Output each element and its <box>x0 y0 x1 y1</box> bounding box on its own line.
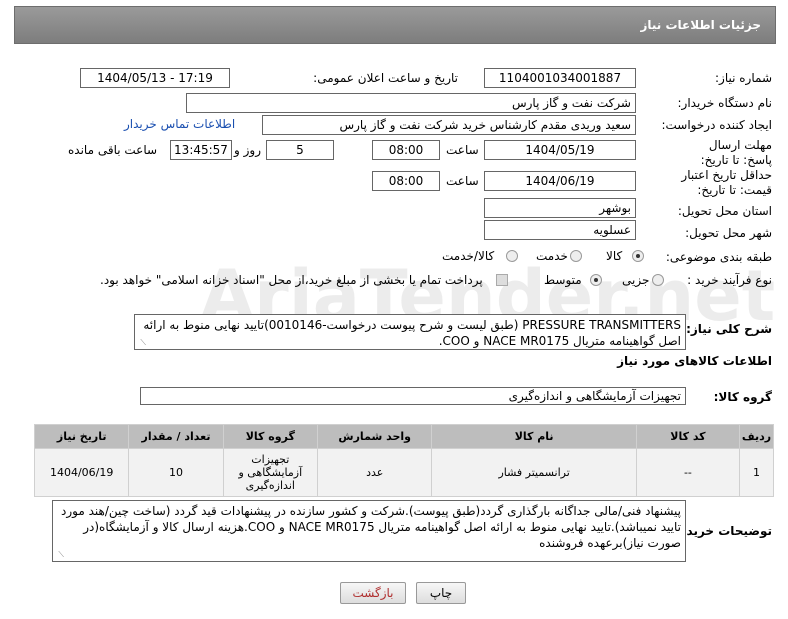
resize-grip-icon[interactable]: ⟋ <box>138 339 146 347</box>
cell-row: 1 <box>739 448 774 497</box>
announce-date-label: تاریخ و ساعت اعلان عمومی: <box>313 71 458 85</box>
city-label: شهر محل تحویل: <box>685 226 772 240</box>
buyer-notes-textarea[interactable]: پیشنهاد فنی/مالی جداگانه بارگذاری گردد(ط… <box>52 500 686 562</box>
page-header: جزئیات اطلاعات نیاز <box>14 6 776 44</box>
cell-date: 1404/06/19 <box>33 448 130 497</box>
category-option-goods: کالا <box>606 249 623 263</box>
city-field[interactable]: عسلویه <box>484 220 636 240</box>
need-number-label: شماره نیاز: <box>715 71 772 85</box>
announce-date-field[interactable]: 1404/05/13 - 17:19 <box>80 68 230 88</box>
need-number-field[interactable]: 1104001034001887 <box>484 68 636 88</box>
resize-grip-icon[interactable]: ⟋ <box>56 551 64 559</box>
col-header-row: ردیف <box>739 424 774 449</box>
category-radio-goods[interactable] <box>632 250 644 262</box>
days-label: روز و <box>234 143 261 157</box>
contact-info-link[interactable]: اطلاعات تماس خریدار <box>124 117 235 131</box>
cell-qty: 10 <box>128 448 224 497</box>
goods-table-header: ردیف کد کالا نام کالا واحد شمارش گروه کا… <box>33 424 774 449</box>
category-label: طبقه بندی موضوعی: <box>665 250 772 264</box>
cell-group: تجهیزات آزمایشگاهی و اندازه‌گیری <box>222 448 318 497</box>
remaining-time-label: ساعت باقی مانده <box>68 143 158 157</box>
validity-label: حداقل تاریخ اعتبار قیمت: تا تاریخ: <box>681 168 772 197</box>
process-radio-medium[interactable] <box>590 274 602 286</box>
deadline-date-field[interactable]: 1404/05/19 <box>484 140 636 160</box>
category-option-service: خدمت <box>536 249 568 263</box>
buyer-notes-text: پیشنهاد فنی/مالی جداگانه بارگذاری گردد(ط… <box>61 504 681 550</box>
cell-name: ترانسمیتر فشار <box>431 448 637 497</box>
col-header-name: نام کالا <box>431 424 637 449</box>
category-radio-service[interactable] <box>570 250 582 262</box>
validity-time-label: ساعت <box>446 174 479 188</box>
col-header-qty: تعداد / مقدار <box>128 424 224 449</box>
creator-field[interactable]: سعید وریدی مقدم کارشناس خرید شرکت نفت و … <box>262 115 636 135</box>
treasury-payment-checkbox[interactable] <box>496 274 508 286</box>
validity-date-field[interactable]: 1404/06/19 <box>484 171 636 191</box>
table-row[interactable]: 1 -- ترانسمیتر فشار عدد تجهیزات آزمایشگا… <box>33 448 774 497</box>
treasury-payment-note: پرداخت تمام یا بخشی از مبلغ خرید،از محل … <box>100 273 483 287</box>
validity-time-field[interactable]: 08:00 <box>372 171 440 191</box>
deadline-time-label: ساعت <box>446 143 479 157</box>
process-option-minor: جزیی <box>622 273 650 287</box>
col-header-code: کد کالا <box>635 424 741 449</box>
process-label: نوع فرآیند خرید : <box>687 273 772 287</box>
goods-table: ردیف کد کالا نام کالا واحد شمارش گروه کا… <box>33 424 774 497</box>
summary-textarea[interactable]: PRESSURE TRANSMITTERS (طبق لیست و شرح پی… <box>134 314 686 350</box>
category-radio-both[interactable] <box>506 250 518 262</box>
buyer-org-field[interactable]: شرکت نفت و گاز پارس <box>186 93 636 113</box>
province-label: استان محل تحویل: <box>677 204 772 218</box>
back-button[interactable]: بازگشت <box>340 582 406 604</box>
deadline-time-field[interactable]: 08:00 <box>372 140 440 160</box>
page: AriaTender.net جزئیات اطلاعات نیاز شماره… <box>0 0 788 619</box>
days-remaining-field[interactable]: 5 <box>266 140 334 160</box>
cell-code: -- <box>635 448 741 497</box>
print-button[interactable]: چاپ <box>416 582 466 604</box>
creator-label: ایجاد کننده درخواست: <box>661 118 772 132</box>
goods-info-title: اطلاعات کالاهای مورد نیاز <box>617 354 772 368</box>
remaining-time-field[interactable]: 13:45:57 <box>170 140 232 160</box>
cell-unit: عدد <box>316 448 433 497</box>
goods-group-label: گروه کالا: <box>713 390 772 404</box>
process-option-medium: متوسط <box>544 273 582 287</box>
category-option-both: کالا/خدمت <box>442 249 495 263</box>
buyer-org-label: نام دستگاه خریدار: <box>677 96 773 110</box>
col-header-group: گروه کالا <box>222 424 318 449</box>
col-header-date: تاریخ نیاز <box>33 424 130 449</box>
goods-group-field[interactable]: تجهیزات آزمایشگاهی و اندازه‌گیری <box>140 387 686 405</box>
province-field[interactable]: بوشهر <box>484 198 636 218</box>
summary-text: PRESSURE TRANSMITTERS (طبق لیست و شرح پی… <box>143 318 681 348</box>
col-header-unit: واحد شمارش <box>316 424 433 449</box>
process-radio-minor[interactable] <box>652 274 664 286</box>
deadline-label: مهلت ارسال پاسخ: تا تاریخ: <box>700 138 772 167</box>
summary-label: شرح کلی نیاز: <box>686 322 772 336</box>
page-title: جزئیات اطلاعات نیاز <box>640 18 761 32</box>
